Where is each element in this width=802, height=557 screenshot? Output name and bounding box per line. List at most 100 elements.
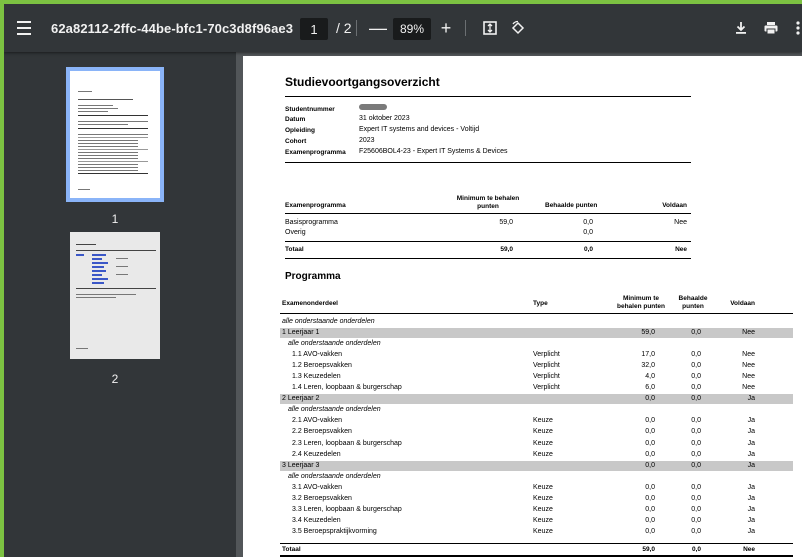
item-name: 2.2 Beroepsvakken — [292, 428, 352, 436]
item-got: 0,0 — [691, 373, 701, 381]
toolbar: 62a82112-2ffc-44be-bfc1-70c3d8f96ae3 1 /… — [4, 4, 802, 52]
year-row: 2 Leerjaar 2 0,0 0,0 Ja — [280, 394, 793, 404]
programma-total: Nee — [743, 546, 755, 553]
info-value: F25606BOL4-23 - Expert IT Systems & Devi… — [359, 148, 508, 155]
info-label: Opleiding — [285, 127, 315, 134]
zoom-out-button[interactable]: — — [369, 4, 387, 52]
programma-header: Examenonderdeel — [282, 300, 338, 307]
item-got: 0,0 — [691, 439, 701, 447]
item-name: 2.4 Keuzedelen — [292, 450, 341, 458]
item-type: Keuze — [533, 450, 553, 458]
divider — [285, 241, 691, 242]
item-min: 0,0 — [645, 439, 655, 447]
summary-cell: Basisprogramma — [285, 219, 338, 226]
table-row: 3.4 Keuzedelen Keuze 0,0 0,0 Ja — [280, 516, 793, 526]
thumbnail-page-1[interactable]: 1 — [66, 67, 172, 226]
programma-header: behalen punten — [616, 303, 666, 310]
summary-header: Minimum te behalen — [456, 195, 520, 202]
section-heading: Programma — [285, 271, 341, 282]
item-ok: Ja — [747, 527, 755, 535]
item-type: Verplicht — [533, 362, 560, 370]
item-name: 1.2 Beroepsvakken — [292, 362, 352, 370]
group-note: alle onderstaande onderdelen — [288, 340, 381, 348]
info-value: 2023 — [359, 137, 375, 144]
year-ok: Ja — [747, 395, 755, 403]
item-ok: Nee — [742, 362, 755, 370]
more-options-button[interactable] — [794, 4, 802, 52]
item-type: Keuze — [533, 483, 553, 491]
divider — [285, 96, 691, 97]
programma-header: punten — [682, 303, 704, 310]
item-min: 0,0 — [645, 417, 655, 425]
zoom-in-button[interactable]: + — [438, 4, 454, 52]
toolbar-divider — [356, 20, 357, 36]
item-got: 0,0 — [691, 362, 701, 370]
pdf-page: Studievoortgangsoverzicht Studentnummer … — [243, 56, 802, 557]
rotate-button[interactable] — [509, 4, 527, 52]
item-got: 0,0 — [691, 494, 701, 502]
item-type: Keuze — [533, 505, 553, 513]
programma-header: Minimum te — [622, 295, 660, 302]
table-row: 3.3 Leren, loopbaan & burgerschap Keuze 0,… — [280, 505, 793, 515]
hamburger-icon — [17, 19, 31, 37]
fit-page-icon — [483, 21, 497, 35]
summary-header: Behaalde punten — [545, 202, 598, 209]
item-got: 0,0 — [691, 351, 701, 359]
divider — [285, 213, 691, 214]
download-button[interactable] — [732, 4, 750, 52]
item-min: 0,0 — [645, 505, 655, 513]
item-name: 3.4 Keuzedelen — [292, 516, 341, 524]
item-type: Verplicht — [533, 384, 560, 392]
fit-to-page-button[interactable] — [481, 4, 499, 52]
year-ok: Ja — [747, 461, 755, 469]
item-min: 0,0 — [645, 494, 655, 502]
summary-cell: 59,0 — [499, 219, 513, 226]
menu-button[interactable] — [12, 4, 36, 52]
table-row: 2.3 Leren, loopbaan & burgerschap Keuze 0,… — [280, 439, 793, 449]
year-ok: Nee — [742, 329, 755, 336]
thumbnail-page-2[interactable]: 2 — [66, 232, 172, 386]
summary-cell: Overig — [285, 229, 306, 236]
item-name: 3.3 Leren, loopbaan & burgerschap — [292, 505, 402, 513]
year-min: 0,0 — [645, 395, 655, 403]
zoom-input[interactable]: 89% — [393, 18, 431, 40]
summary-total: Totaal — [285, 246, 304, 253]
item-got: 0,0 — [691, 505, 701, 513]
item-name: 3.1 AVO-vakken — [292, 483, 343, 491]
year-row: 1 Leerjaar 1 59,0 0,0 Nee — [280, 328, 793, 338]
item-ok: Nee — [742, 373, 755, 381]
programma-total: 59,0 — [642, 546, 655, 553]
group-note: alle onderstaande onderdelen — [282, 318, 375, 325]
year-got: 0,0 — [691, 461, 701, 469]
table-row: 2.1 AVO-vakken Keuze 0,0 0,0 Ja — [280, 416, 793, 426]
group-note-row: alle onderstaande onderdelen — [280, 339, 793, 349]
item-got: 0,0 — [691, 516, 701, 524]
programma-total: 0,0 — [691, 546, 701, 553]
divider — [280, 543, 793, 544]
summary-cell: 0,0 — [583, 219, 593, 226]
thumbnail-image — [66, 67, 164, 202]
item-type: Keuze — [533, 527, 553, 535]
summary-cell: 0,0 — [583, 229, 593, 236]
year-min: 59,0 — [641, 329, 655, 336]
item-min: 6,0 — [645, 384, 655, 392]
summary-total: 59,0 — [500, 246, 513, 253]
programma-header: Type — [533, 300, 548, 307]
item-ok: Ja — [747, 516, 755, 524]
item-name: 1.3 Keuzedelen — [292, 373, 341, 381]
item-ok: Nee — [742, 384, 755, 392]
item-name: 2.3 Leren, loopbaan & burgerschap — [292, 439, 402, 447]
student-number-redacted — [359, 104, 387, 111]
item-name: 3.5 Beroepspraktijkvorming — [292, 527, 377, 535]
table-row: 2.4 Keuzedelen Keuze 0,0 0,0 Ja — [280, 450, 793, 460]
print-button[interactable] — [762, 4, 780, 52]
thumbnail-label: 2 — [111, 372, 119, 386]
page-number-input[interactable]: 1 — [300, 18, 328, 40]
pdf-viewer: 62a82112-2ffc-44be-bfc1-70c3d8f96ae3 1 /… — [4, 4, 802, 557]
item-type: Keuze — [533, 417, 553, 425]
summary-cell: Nee — [674, 219, 687, 226]
group-note-row: alle onderstaande onderdelen — [280, 405, 793, 415]
info-label: Examenprogramma — [285, 149, 346, 156]
programma-header: Voldaan — [730, 300, 755, 307]
item-min: 4,0 — [645, 373, 655, 381]
